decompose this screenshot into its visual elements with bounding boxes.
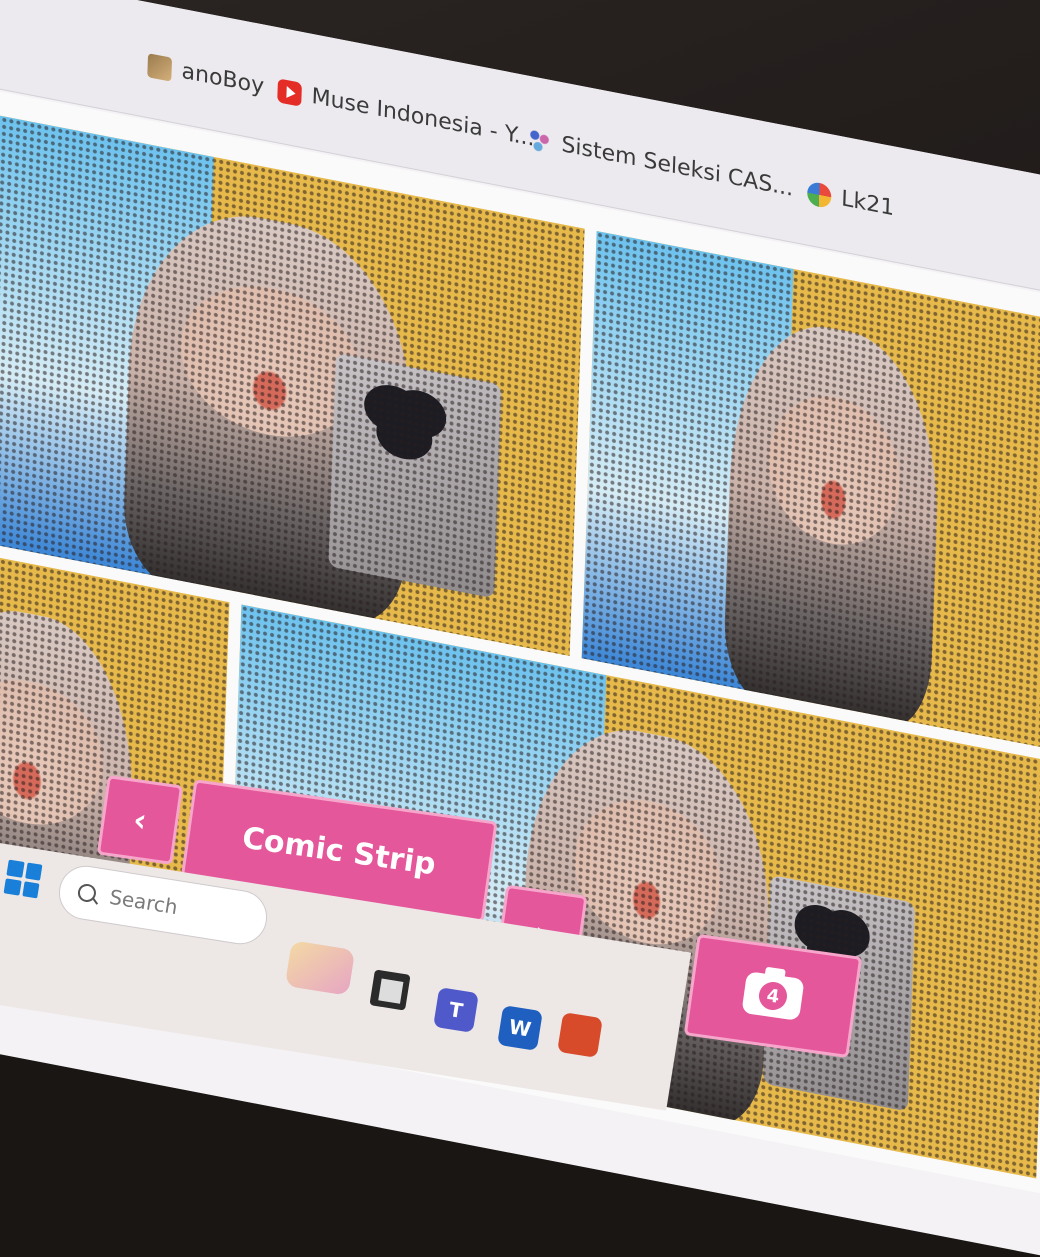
lk21-icon — [806, 180, 832, 209]
sistem-seleksi-icon — [527, 126, 552, 155]
bookmark-sistem-seleksi[interactable]: Sistem Seleksi CAS... — [527, 126, 794, 202]
office-icon[interactable] — [557, 1012, 603, 1058]
filter-mode-label: Comic Strip — [240, 820, 438, 882]
search-icon — [76, 882, 98, 904]
chevron-right-icon: › — [531, 913, 551, 953]
chevron-left-icon: ‹ — [130, 800, 150, 840]
browser-screen: anoBoy Muse Indonesia - Y... Sistem Sele… — [0, 0, 1040, 1257]
bookmark-label: Sistem Seleksi CAS... — [560, 132, 794, 202]
capture-count: 4 — [757, 980, 789, 1012]
bookmark-label: anoBoy — [181, 58, 265, 100]
youtube-icon — [277, 77, 303, 107]
bookmark-label: Muse Indonesia - Y... — [311, 83, 536, 152]
word-icon[interactable]: W — [497, 1005, 543, 1051]
camera-icon: 4 — [741, 971, 805, 1021]
previous-filter-button[interactable]: ‹ — [96, 775, 184, 865]
photo-frame-2 — [581, 230, 1040, 750]
bookmark-lk21[interactable]: Lk21 — [806, 180, 895, 222]
anoboy-icon — [147, 52, 173, 82]
next-filter-button[interactable]: › — [494, 884, 588, 982]
teams-icon[interactable]: T — [433, 987, 479, 1033]
widgets-icon[interactable] — [284, 940, 356, 996]
bookmark-muse-indonesia[interactable]: Muse Indonesia - Y... — [277, 77, 535, 152]
search-placeholder: Search — [107, 884, 180, 920]
bookmark-label: Lk21 — [840, 186, 895, 222]
photo-frame-1 — [0, 104, 585, 656]
halftone-filter — [0, 104, 585, 656]
teams-icon-letter: T — [447, 997, 465, 1023]
halftone-filter — [581, 230, 1040, 750]
bookmark-anoboy[interactable]: anoBoy — [147, 52, 265, 100]
task-view-icon[interactable] — [369, 969, 411, 1011]
windows-start-icon[interactable] — [3, 859, 43, 899]
word-icon-letter: W — [507, 1014, 533, 1042]
